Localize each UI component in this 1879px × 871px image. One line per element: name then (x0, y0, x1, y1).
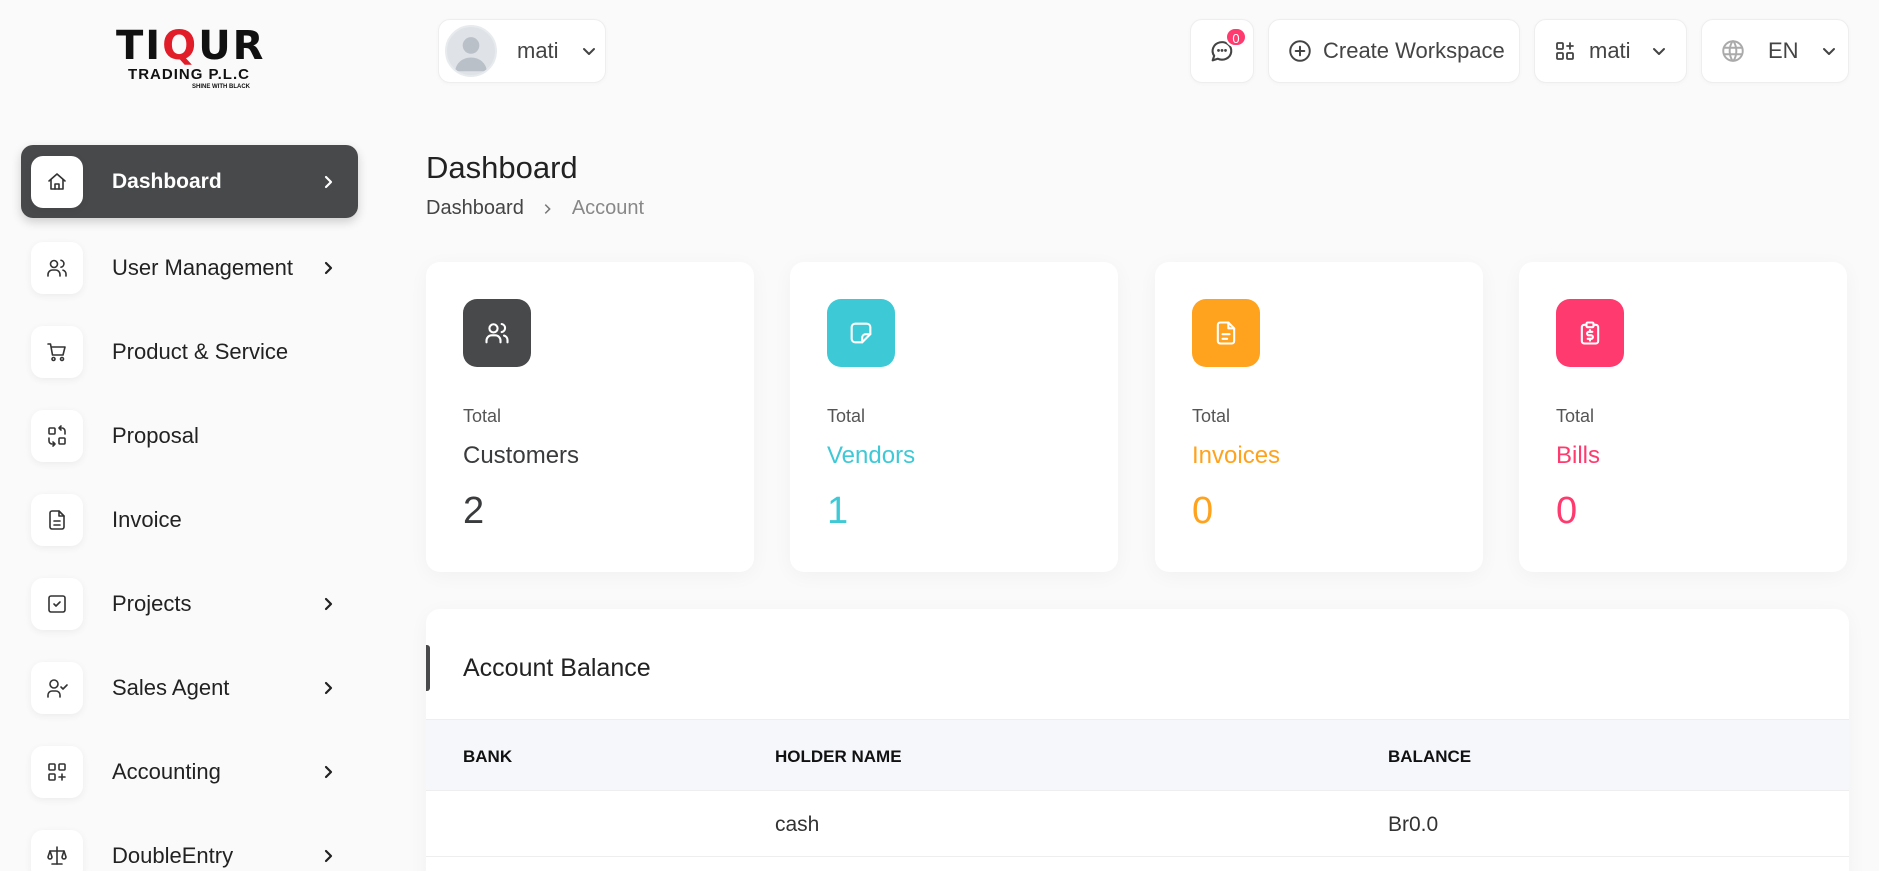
card-value: 0 (1556, 490, 1578, 532)
card-value: 2 (463, 490, 485, 532)
account-balance-panel: Account Balance BANK HOLDER NAME BALANCE… (426, 609, 1849, 871)
message-count-badge: 0 (1225, 27, 1247, 47)
globe-icon (1722, 40, 1744, 62)
logo-subtitle: TRADING P.L.C (128, 66, 250, 83)
sidebar: TIQUR TRADING P.L.C SHINE WITH BLACK Das… (0, 0, 380, 871)
breadcrumb: Dashboard Account (426, 197, 644, 220)
total-bills-card[interactable]: Total Bills 0 (1519, 262, 1847, 572)
sidebar-item-label: Accounting (112, 759, 221, 784)
apps-icon (1556, 42, 1574, 60)
column-header-bank[interactable]: BANK (463, 747, 512, 767)
chevron-right-icon (316, 256, 340, 280)
card-caption: Total (463, 406, 502, 426)
sidebar-item-proposal[interactable]: Proposal (21, 400, 358, 472)
sidebar-item-label: Projects (112, 591, 192, 616)
table-header: BANK HOLDER NAME BALANCE (426, 719, 1849, 791)
card-value: 0 (1192, 490, 1214, 532)
language-code: EN (1768, 38, 1799, 63)
apps-icon (31, 746, 83, 798)
column-header-holder-name[interactable]: HOLDER NAME (775, 747, 902, 767)
chevron-right-icon (316, 170, 340, 194)
avatar (445, 25, 497, 77)
workspace-name: mati (1589, 38, 1631, 63)
section-title: Account Balance (463, 654, 651, 682)
chevron-right-icon (316, 592, 340, 616)
create-workspace-button[interactable]: Create Workspace (1268, 19, 1520, 83)
logo-tagline: SHINE WITH BLACK (192, 84, 250, 90)
plus-circle-icon (1289, 40, 1311, 62)
card-caption: Total (1192, 406, 1231, 426)
exchange-icon (31, 410, 83, 462)
company-logo[interactable]: TIQUR TRADING P.L.C SHINE WITH BLACK (116, 23, 266, 92)
sidebar-item-label: User Management (112, 255, 293, 280)
sidebar-item-sales-agent[interactable]: Sales Agent (21, 652, 358, 724)
sidebar-item-doubleentry[interactable]: DoubleEntry (21, 820, 358, 871)
create-workspace-label: Create Workspace (1323, 38, 1505, 63)
chevron-right-icon (316, 676, 340, 700)
column-header-balance[interactable]: BALANCE (1388, 747, 1471, 767)
card-title: Bills (1556, 442, 1601, 469)
page-title: Dashboard (426, 150, 578, 185)
user-menu-dropdown[interactable]: mati (438, 19, 606, 83)
card-title: Customers (463, 442, 580, 469)
clipboard-dollar-icon (1556, 299, 1624, 367)
table-row: cash Br0.0 (426, 791, 1849, 857)
file-invoice-icon (31, 494, 83, 546)
card-caption: Total (1556, 406, 1595, 426)
users-icon (31, 242, 83, 294)
section-accent-bar (426, 645, 430, 691)
sidebar-item-label: Invoice (112, 507, 182, 532)
sidebar-item-label: DoubleEntry (112, 843, 234, 868)
cart-icon (31, 326, 83, 378)
card-caption: Total (827, 406, 866, 426)
scale-icon (31, 830, 83, 871)
sidebar-item-label: Dashboard (112, 169, 222, 193)
chevron-right-icon (316, 760, 340, 784)
sidebar-item-product-service[interactable]: Product & Service (21, 316, 358, 388)
total-invoices-card[interactable]: Total Invoices 0 (1155, 262, 1483, 572)
breadcrumb-item-account: Account (571, 197, 645, 219)
logo-wordmark: TIQUR (116, 23, 266, 69)
home-icon (31, 155, 83, 208)
sidebar-item-label: Sales Agent (112, 675, 230, 700)
language-dropdown[interactable]: EN (1701, 19, 1849, 83)
total-customers-card[interactable]: Total Customers 2 (426, 262, 754, 572)
chevron-down-icon (582, 48, 595, 55)
card-title: Invoices (1192, 442, 1281, 469)
cell-holder-name: cash (775, 813, 820, 836)
checkbox-icon (31, 578, 83, 630)
sidebar-item-label: Product & Service (112, 339, 289, 364)
note-icon (827, 299, 895, 367)
chevron-down-icon (1822, 48, 1835, 55)
total-vendors-card[interactable]: Total Vendors 1 (790, 262, 1118, 572)
chevron-right-icon (316, 844, 340, 868)
file-invoice-icon (1192, 299, 1260, 367)
sidebar-item-user-management[interactable]: User Management (21, 232, 358, 304)
user-name: mati (517, 38, 559, 63)
card-title: Vendors (827, 442, 916, 469)
user-check-icon (31, 662, 83, 714)
chevron-right-icon (540, 202, 554, 216)
users-icon (463, 299, 531, 367)
card-value: 1 (827, 490, 849, 532)
sidebar-item-invoice[interactable]: Invoice (21, 484, 358, 556)
sidebar-item-label: Proposal (112, 423, 199, 448)
breadcrumb-item-dashboard[interactable]: Dashboard (426, 197, 524, 220)
cell-balance: Br0.0 (1388, 813, 1439, 836)
sidebar-nav: Dashboard User Management Product & Serv… (21, 145, 358, 871)
workspace-dropdown[interactable]: mati (1534, 19, 1687, 83)
sidebar-item-accounting[interactable]: Accounting (21, 736, 358, 808)
sidebar-item-projects[interactable]: Projects (21, 568, 358, 640)
messages-button[interactable]: 0 (1190, 19, 1254, 83)
sidebar-item-dashboard[interactable]: Dashboard (21, 145, 358, 218)
chevron-down-icon (1652, 48, 1665, 55)
